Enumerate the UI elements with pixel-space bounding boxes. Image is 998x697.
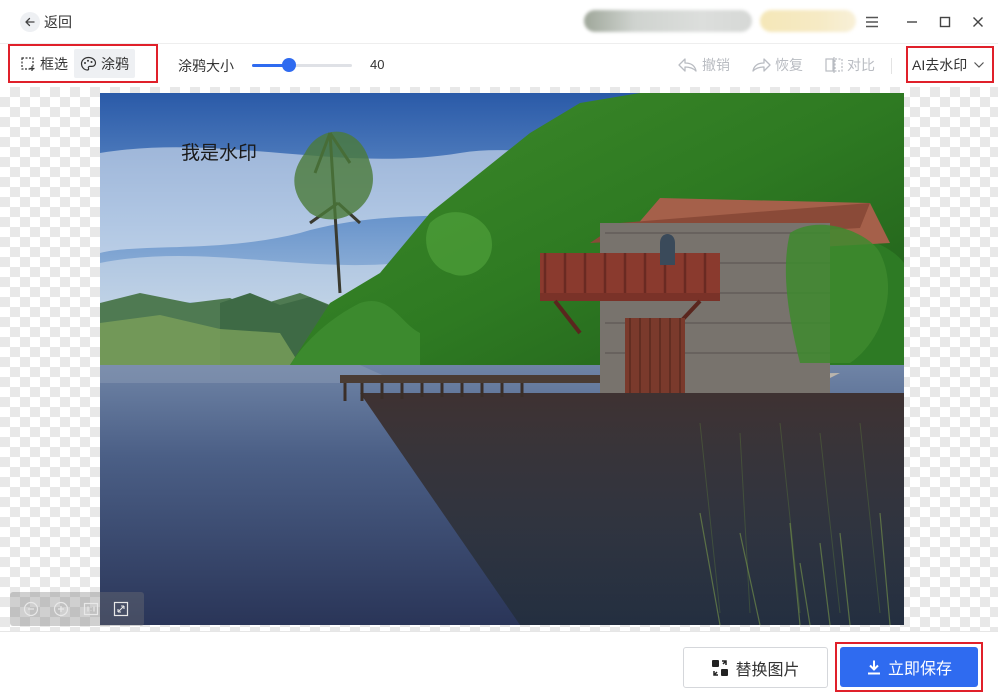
redo-icon xyxy=(750,56,772,74)
maximize-icon[interactable] xyxy=(935,12,955,32)
ai-mode-select-value: AI去水印 xyxy=(912,56,968,73)
toolbar-divider xyxy=(891,58,892,74)
undo-label: 撤销 xyxy=(702,57,730,73)
compare-icon xyxy=(824,56,844,74)
brush-size-label: 涂鸦大小 xyxy=(178,58,234,74)
watermark-text: 我是水印 xyxy=(181,142,258,164)
back-button[interactable]: 返回 xyxy=(20,11,72,33)
compare-button[interactable]: 对比 xyxy=(824,55,875,75)
selection-mode-group: 框选 涂鸦 xyxy=(8,44,158,83)
compare-label: 对比 xyxy=(847,57,875,73)
replace-image-label: 替换图片 xyxy=(735,661,800,679)
zoom-controls xyxy=(10,592,144,626)
redo-button[interactable]: 恢复 xyxy=(750,55,803,75)
undo-button[interactable]: 撤销 xyxy=(677,55,730,75)
close-icon[interactable] xyxy=(968,12,988,32)
ai-mode-select[interactable]: AI去水印 xyxy=(906,46,994,83)
fit-screen-icon[interactable] xyxy=(112,600,130,618)
marquee-select-button[interactable]: 框选 xyxy=(14,49,74,78)
user-info-blurred xyxy=(584,10,752,32)
save-now-label: 立即保存 xyxy=(887,661,952,678)
actual-size-icon[interactable] xyxy=(82,600,100,618)
doodle-label: 涂鸦 xyxy=(101,55,129,72)
lake-boathouse-photo xyxy=(100,93,904,625)
download-icon xyxy=(866,659,882,675)
doodle-button[interactable]: 涂鸦 xyxy=(74,49,135,78)
palette-icon xyxy=(80,56,97,72)
edited-photo: 我是水印 xyxy=(100,93,904,625)
marquee-select-label: 框选 xyxy=(40,55,68,72)
arrow-left-icon xyxy=(20,12,40,32)
marquee-select-icon xyxy=(20,56,36,72)
replace-image-icon xyxy=(711,659,729,677)
chevron-down-icon xyxy=(973,61,985,69)
editing-canvas[interactable]: 我是水印 xyxy=(0,87,998,632)
back-label: 返回 xyxy=(44,14,72,30)
brush-size-slider-thumb[interactable] xyxy=(282,58,296,72)
hamburger-menu-icon[interactable] xyxy=(862,12,882,32)
undo-icon xyxy=(677,56,699,74)
zoom-out-icon[interactable] xyxy=(22,600,40,618)
brush-size-slider[interactable] xyxy=(252,58,352,72)
save-now-button[interactable]: 立即保存 xyxy=(840,647,978,687)
zoom-in-icon[interactable] xyxy=(52,600,70,618)
brush-size-value: 40 xyxy=(370,57,385,72)
toolbar: 框选 涂鸦 涂鸦大小 40 撤销 恢复 对比 AI去水印 xyxy=(0,44,998,87)
replace-image-button[interactable]: 替换图片 xyxy=(683,647,828,688)
minimize-icon[interactable] xyxy=(902,12,922,32)
title-bar: 返回 xyxy=(0,0,998,44)
vip-badge-blurred xyxy=(760,10,856,32)
redo-label: 恢复 xyxy=(775,57,803,73)
save-button-highlight: 立即保存 xyxy=(835,642,983,692)
